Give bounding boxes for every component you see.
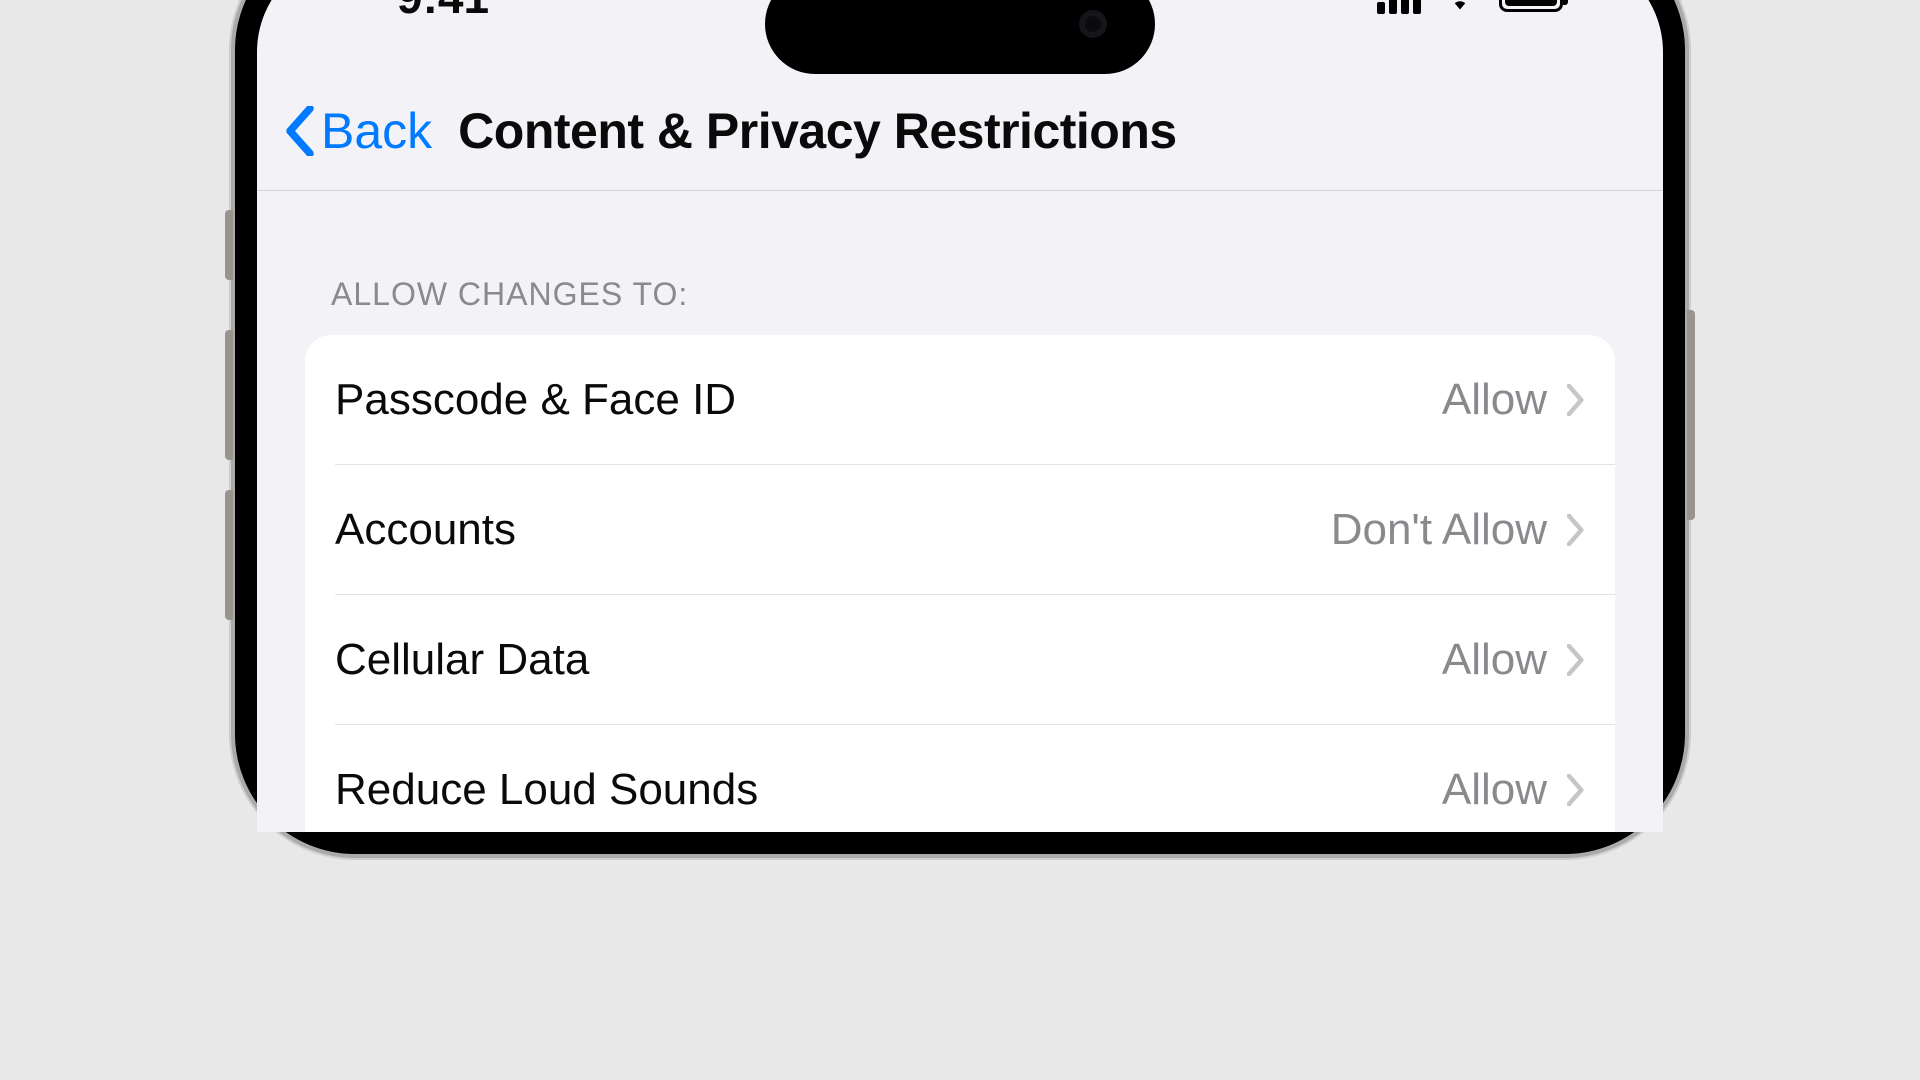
silent-switch <box>225 210 233 280</box>
section-header: ALLOW CHANGES TO: <box>305 276 1615 335</box>
row-value: Allow <box>1442 635 1547 685</box>
row-value: Don't Allow <box>1331 505 1547 555</box>
row-passcode-face-id[interactable]: Passcode & Face ID Allow <box>305 335 1615 465</box>
row-reduce-loud-sounds[interactable]: Reduce Loud Sounds Allow <box>305 725 1615 832</box>
phone-frame: 9:41 Back <box>235 0 1685 854</box>
front-camera-icon <box>1079 10 1107 38</box>
back-label: Back <box>321 102 432 160</box>
battery-icon <box>1499 0 1563 12</box>
chevron-right-icon <box>1567 644 1585 676</box>
status-indicators <box>1377 0 1563 16</box>
row-accounts[interactable]: Accounts Don't Allow <box>305 465 1615 595</box>
page-title: Content & Privacy Restrictions <box>458 102 1177 160</box>
row-label: Reduce Loud Sounds <box>335 765 758 815</box>
side-button <box>1687 310 1695 520</box>
content-area: ALLOW CHANGES TO: Passcode & Face ID All… <box>257 220 1663 832</box>
back-button[interactable]: Back <box>285 102 432 160</box>
chevron-right-icon <box>1567 514 1585 546</box>
row-label: Accounts <box>335 505 516 555</box>
status-time: 9:41 <box>397 0 489 24</box>
row-value: Allow <box>1442 375 1547 425</box>
volume-down-button <box>225 490 233 620</box>
settings-list: Passcode & Face ID Allow Accounts Don't … <box>305 335 1615 832</box>
navigation-bar: Back Content & Privacy Restrictions <box>257 102 1663 191</box>
row-label: Passcode & Face ID <box>335 375 736 425</box>
phone-screen: 9:41 Back <box>257 0 1663 832</box>
volume-up-button <box>225 330 233 460</box>
row-value: Allow <box>1442 765 1547 815</box>
chevron-right-icon <box>1567 384 1585 416</box>
dynamic-island <box>765 0 1155 74</box>
battery-fill <box>1505 0 1557 6</box>
row-label: Cellular Data <box>335 635 589 685</box>
row-cellular-data[interactable]: Cellular Data Allow <box>305 595 1615 725</box>
chevron-left-icon <box>285 106 315 156</box>
cellular-signal-icon <box>1377 0 1421 14</box>
chevron-right-icon <box>1567 774 1585 806</box>
wifi-icon <box>1439 0 1481 16</box>
